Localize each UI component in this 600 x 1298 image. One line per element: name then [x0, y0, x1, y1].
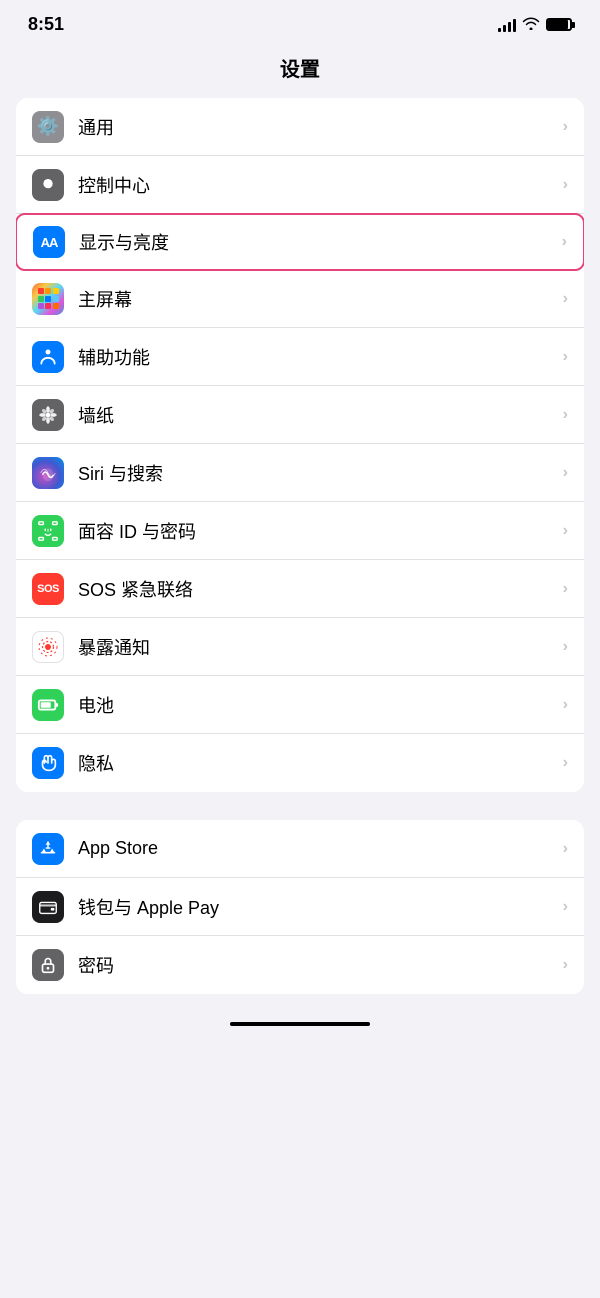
chevron-icon: ›	[563, 290, 568, 308]
chevron-icon: ›	[563, 348, 568, 366]
item-label-siri: Siri 与搜索	[78, 460, 563, 486]
wallet-icon	[32, 891, 64, 923]
settings-item-accessibility[interactable]: 辅助功能 ›	[16, 328, 584, 386]
item-label-app-store: App Store	[78, 838, 563, 859]
item-label-password: 密码	[78, 952, 563, 978]
item-label-general: 通用	[78, 114, 563, 140]
grid-icon	[32, 283, 64, 315]
toggle-icon: ⏺	[32, 169, 64, 201]
settings-item-battery[interactable]: 电池 ›	[16, 676, 584, 734]
settings-item-general[interactable]: ⚙️ 通用 ›	[16, 98, 584, 156]
item-label-home-screen: 主屏幕	[78, 286, 563, 312]
chevron-icon: ›	[563, 464, 568, 482]
item-label-battery: 电池	[78, 692, 563, 718]
item-label-accessibility: 辅助功能	[78, 344, 563, 370]
exposure-icon	[32, 631, 64, 663]
hand-icon	[32, 747, 64, 779]
chevron-icon: ›	[563, 840, 568, 858]
status-bar: 8:51	[0, 0, 600, 43]
settings-item-control-center[interactable]: ⏺ 控制中心 ›	[16, 156, 584, 214]
settings-group-general: ⚙️ 通用 › ⏺ 控制中心 › AA 显示与亮度 ›	[16, 98, 584, 792]
password-icon	[32, 949, 64, 981]
sos-icon: SOS	[32, 573, 64, 605]
aa-icon: AA	[33, 226, 65, 258]
face-id-icon	[32, 515, 64, 547]
item-label-wallpaper: 墙纸	[78, 402, 563, 428]
signal-icon	[498, 18, 516, 32]
battery-icon	[546, 18, 572, 31]
wifi-icon	[522, 16, 540, 33]
chevron-icon: ›	[563, 406, 568, 424]
item-label-control-center: 控制中心	[78, 172, 563, 198]
item-label-wallet: 钱包与 Apple Pay	[78, 894, 563, 920]
settings-item-siri[interactable]: Siri 与搜索 ›	[16, 444, 584, 502]
chevron-icon: ›	[563, 696, 568, 714]
battery-setting-icon	[32, 689, 64, 721]
item-label-sos: SOS 紧急联络	[78, 576, 563, 602]
settings-item-exposure[interactable]: 暴露通知 ›	[16, 618, 584, 676]
settings-item-display[interactable]: AA 显示与亮度 ›	[16, 213, 584, 271]
person-icon	[32, 341, 64, 373]
app-store-icon	[32, 833, 64, 865]
settings-item-wallet[interactable]: 钱包与 Apple Pay ›	[16, 878, 584, 936]
settings-item-home-screen[interactable]: 主屏幕 ›	[16, 270, 584, 328]
status-icons	[498, 16, 572, 33]
settings-item-wallpaper[interactable]: 墙纸 ›	[16, 386, 584, 444]
chevron-icon: ›	[563, 118, 568, 136]
flower-icon	[32, 399, 64, 431]
item-label-display: 显示与亮度	[79, 229, 562, 255]
chevron-icon: ›	[563, 580, 568, 598]
home-indicator	[230, 1022, 370, 1026]
item-label-exposure: 暴露通知	[78, 634, 563, 660]
page-title: 设置	[0, 43, 600, 98]
settings-item-privacy[interactable]: 隐私 ›	[16, 734, 584, 792]
chevron-icon: ›	[563, 956, 568, 974]
settings-item-sos[interactable]: SOS SOS 紧急联络 ›	[16, 560, 584, 618]
status-time: 8:51	[28, 14, 64, 35]
siri-icon	[32, 457, 64, 489]
settings-item-app-store[interactable]: App Store ›	[16, 820, 584, 878]
item-label-face-id: 面容 ID 与密码	[78, 518, 563, 544]
chevron-icon: ›	[562, 233, 567, 251]
chevron-icon: ›	[563, 898, 568, 916]
chevron-icon: ›	[563, 638, 568, 656]
chevron-icon: ›	[563, 176, 568, 194]
gear-icon: ⚙️	[32, 111, 64, 143]
chevron-icon: ›	[563, 754, 568, 772]
settings-group-apps: App Store › 钱包与 Apple Pay › 密码 ›	[16, 820, 584, 994]
item-label-privacy: 隐私	[78, 750, 563, 776]
chevron-icon: ›	[563, 522, 568, 540]
settings-item-face-id[interactable]: 面容 ID 与密码 ›	[16, 502, 584, 560]
settings-item-password[interactable]: 密码 ›	[16, 936, 584, 994]
